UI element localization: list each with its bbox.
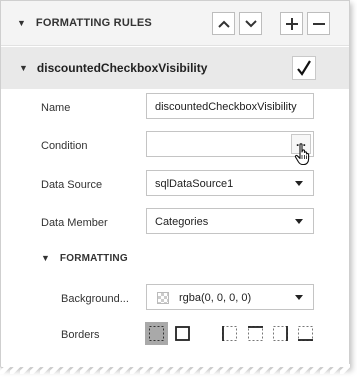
collapse-caret-icon[interactable]: ▼ [41, 253, 50, 263]
border-none-icon [149, 326, 164, 341]
rule-enabled-checkbox[interactable] [292, 56, 316, 80]
dropdown-arrow-icon [295, 219, 303, 224]
data-source-select[interactable]: sqlDataSource1 [146, 170, 314, 196]
rule-name: discountedCheckboxVisibility [36, 61, 208, 75]
background-color-select[interactable]: rgba(0, 0, 0, 0) [146, 284, 314, 310]
chevron-up-icon [217, 20, 230, 28]
data-member-select[interactable]: Categories [146, 208, 314, 234]
border-top-button[interactable] [244, 322, 267, 345]
border-all-icon [175, 326, 190, 341]
data-source-label: Data Source [41, 179, 103, 191]
dropdown-arrow-icon [295, 295, 303, 300]
add-rule-button[interactable] [280, 12, 303, 35]
background-row: Background... rgba(0, 0, 0, 0) [1, 284, 349, 314]
rule-item-header[interactable]: ▼ discountedCheckboxVisibility [1, 47, 349, 89]
name-field[interactable]: discountedCheckboxVisibility [146, 93, 314, 119]
name-label: Name [41, 102, 71, 114]
border-none-button[interactable] [145, 322, 168, 345]
border-right-button[interactable] [269, 322, 292, 345]
data-member-row: Data Member Categories [1, 208, 349, 238]
name-value: discountedCheckboxVisibility [155, 101, 297, 113]
borders-row: Borders [1, 322, 349, 352]
border-bottom-icon [298, 326, 313, 341]
formatting-rules-panel: ▼ FORMATTING RULES ▼ discountedCheckboxV… [0, 0, 350, 374]
data-member-value: Categories [155, 216, 209, 228]
condition-label: Condition [41, 140, 88, 152]
border-all-button[interactable] [171, 322, 194, 345]
collapse-caret-icon[interactable]: ▼ [17, 18, 26, 28]
minus-icon [312, 22, 325, 25]
move-up-button[interactable] [212, 12, 235, 35]
formatting-rules-header[interactable]: ▼ FORMATTING RULES [1, 1, 349, 46]
formatting-section-header[interactable]: ▼ FORMATTING [1, 248, 349, 268]
border-left-button[interactable] [218, 322, 241, 345]
chevron-down-icon [244, 19, 257, 27]
plus-icon [285, 17, 298, 30]
data-member-label: Data Member [41, 217, 108, 229]
formatting-title: FORMATTING [59, 252, 128, 264]
checkmark-icon [297, 60, 311, 76]
background-value: rgba(0, 0, 0, 0) [179, 292, 252, 304]
name-row: Name discountedCheckboxVisibility [1, 93, 349, 123]
background-label: Background... [61, 293, 129, 305]
border-left-icon [222, 326, 237, 341]
remove-rule-button[interactable] [307, 12, 330, 35]
condition-field[interactable]: ... [146, 131, 314, 157]
border-top-icon [248, 326, 263, 341]
hand-cursor-icon [294, 143, 310, 166]
border-bottom-button[interactable] [294, 322, 317, 345]
borders-label: Borders [61, 329, 100, 341]
collapse-caret-icon[interactable]: ▼ [19, 63, 28, 73]
data-source-value: sqlDataSource1 [155, 178, 234, 190]
move-down-button[interactable] [239, 12, 262, 35]
formatting-rules-title: FORMATTING RULES [35, 17, 152, 29]
color-swatch-icon [157, 292, 169, 304]
data-source-row: Data Source sqlDataSource1 [1, 170, 349, 200]
border-right-icon [273, 326, 288, 341]
dropdown-arrow-icon [295, 181, 303, 186]
